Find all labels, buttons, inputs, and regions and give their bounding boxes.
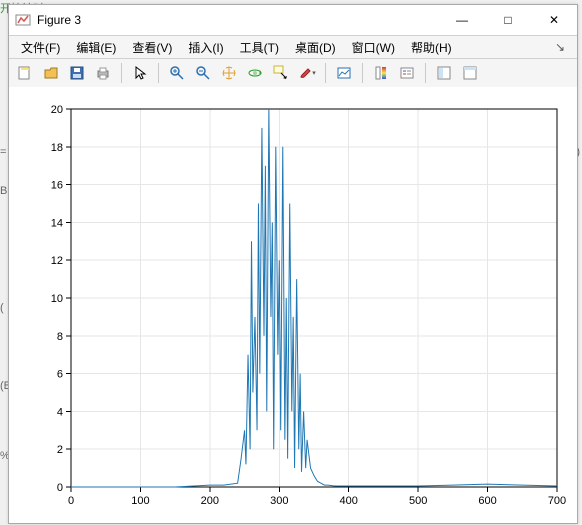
toolbar-separator: [362, 63, 363, 83]
svg-text:6: 6: [57, 369, 63, 381]
svg-text:0: 0: [57, 482, 63, 494]
menu-window[interactable]: 窗口(W): [344, 37, 403, 58]
svg-text:0: 0: [68, 495, 74, 507]
print-button[interactable]: [91, 61, 115, 85]
menu-tools[interactable]: 工具(T): [232, 37, 287, 58]
toolbar-separator: [158, 63, 159, 83]
open-button[interactable]: [39, 61, 63, 85]
menu-insert[interactable]: 插入(I): [180, 37, 231, 58]
toolbar-separator: [121, 63, 122, 83]
toolbar-collapse-icon[interactable]: ↘: [553, 40, 567, 54]
svg-text:20: 20: [51, 104, 63, 116]
menu-file[interactable]: 文件(F): [13, 37, 68, 58]
svg-text:4: 4: [57, 406, 63, 418]
close-button[interactable]: ✕: [531, 5, 577, 35]
close-glyph: ✕: [549, 13, 559, 27]
hide-tools-button[interactable]: [432, 61, 456, 85]
matlab-figure-icon: [15, 12, 31, 28]
data-cursor-button[interactable]: [269, 61, 293, 85]
svg-text:10: 10: [51, 293, 63, 305]
svg-text:8: 8: [57, 331, 63, 343]
save-button[interactable]: [65, 61, 89, 85]
svg-text:600: 600: [478, 495, 496, 507]
svg-text:400: 400: [340, 495, 358, 507]
link-plot-button[interactable]: [332, 61, 356, 85]
svg-text:2: 2: [57, 444, 63, 456]
menu-desktop[interactable]: 桌面(D): [287, 37, 344, 58]
svg-text:100: 100: [131, 495, 149, 507]
menu-help[interactable]: 帮助(H): [403, 37, 460, 58]
colorbar-button[interactable]: [369, 61, 393, 85]
toolbar-separator: [425, 63, 426, 83]
svg-text:12: 12: [51, 255, 63, 267]
toolbar: ▾: [9, 59, 577, 88]
svg-text:500: 500: [409, 495, 427, 507]
brush-button[interactable]: ▾: [295, 61, 319, 85]
titlebar[interactable]: Figure 3 — □ ✕: [9, 5, 577, 36]
maximize-glyph: □: [504, 13, 511, 27]
zoom-in-button[interactable]: [165, 61, 189, 85]
svg-text:18: 18: [51, 142, 63, 154]
bg-text-eq: =: [0, 146, 6, 158]
svg-text:700: 700: [548, 495, 566, 507]
svg-text:16: 16: [51, 180, 63, 192]
figure-window: Figure 3 — □ ✕ 文件(F) 编辑(E) 查看(V) 插入(I) 工…: [8, 4, 578, 524]
rotate3d-button[interactable]: [243, 61, 267, 85]
menubar: 文件(F) 编辑(E) 查看(V) 插入(I) 工具(T) 桌面(D) 窗口(W…: [9, 36, 577, 59]
chart-svg: 0 100 200 300 400 500 600 700 0 2 4 6 8 10 12 14 16 18 20: [9, 87, 577, 523]
dropdown-arrow-icon: ▾: [312, 69, 316, 77]
dock-button[interactable]: [458, 61, 482, 85]
zoom-out-button[interactable]: [191, 61, 215, 85]
maximize-button[interactable]: □: [485, 5, 531, 35]
menu-edit[interactable]: 编辑(E): [68, 37, 124, 58]
svg-text:14: 14: [51, 217, 63, 229]
bg-text-par1: (: [0, 302, 4, 314]
legend-button[interactable]: [395, 61, 419, 85]
pointer-button[interactable]: [128, 61, 152, 85]
menu-view[interactable]: 查看(V): [124, 37, 180, 58]
axes-area[interactable]: 0 100 200 300 400 500 600 700 0 2 4 6 8 10 12 14 16 18 20: [9, 87, 577, 523]
svg-text:200: 200: [201, 495, 219, 507]
bg-text-b1: B: [0, 185, 7, 197]
new-figure-button[interactable]: [13, 61, 37, 85]
svg-text:300: 300: [270, 495, 288, 507]
pan-button[interactable]: [217, 61, 241, 85]
minimize-button[interactable]: —: [439, 5, 485, 35]
minimize-glyph: —: [456, 13, 468, 27]
toolbar-separator: [325, 63, 326, 83]
window-title: Figure 3: [37, 13, 439, 27]
